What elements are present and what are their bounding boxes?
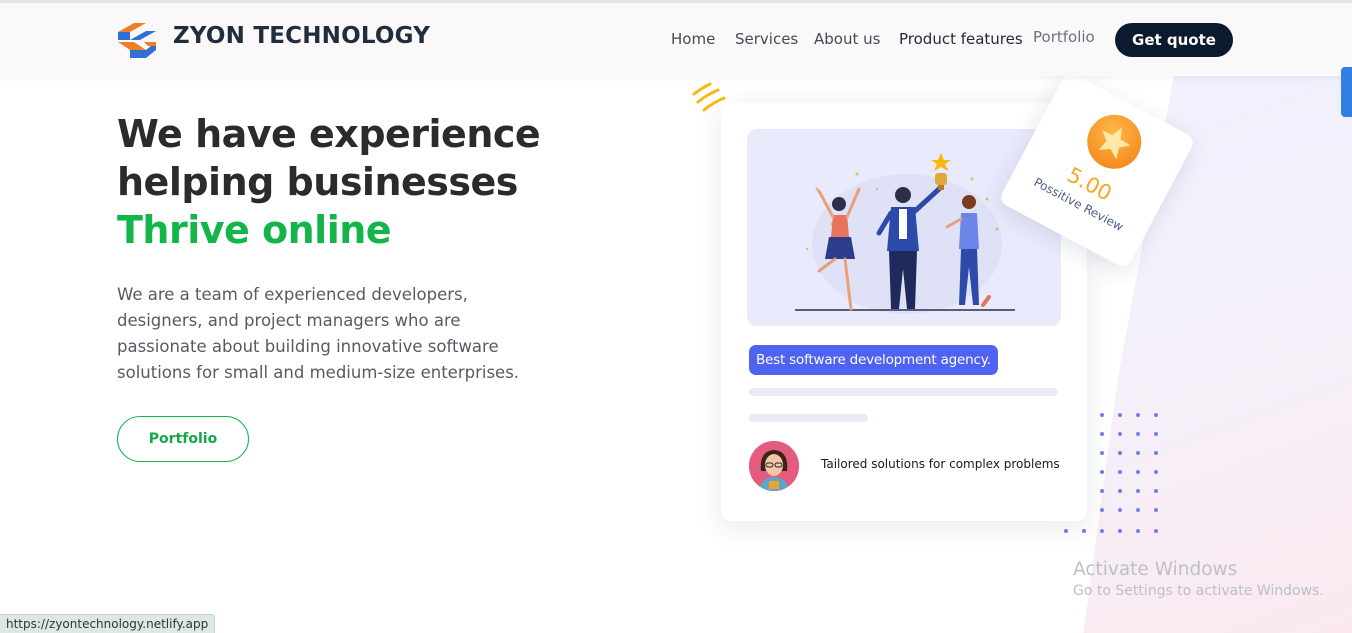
brand-name: ZYON TECHNOLOGY xyxy=(173,23,431,49)
hero-description: We are a team of experienced developers,… xyxy=(117,285,520,382)
logo-icon xyxy=(118,23,156,58)
card-tagline: Tailored solutions for complex problems xyxy=(821,457,1060,471)
navbar: ZYON TECHNOLOGY Home Services About us P… xyxy=(0,3,1352,76)
brand-logo[interactable]: ZYON TECHNOLOGY xyxy=(116,20,430,60)
link-status-bar: https://zyontechnology.netlify.app xyxy=(0,614,216,633)
nav-services[interactable]: Services xyxy=(735,30,798,48)
agency-badge: Best software development agency. xyxy=(749,345,998,375)
placeholder-line-short xyxy=(749,414,868,422)
hero-title: We have experience helping businesses Th… xyxy=(117,110,541,254)
hero-title-accent: Thrive online xyxy=(117,208,392,252)
activate-windows-subtitle: Go to Settings to activate Windows. xyxy=(1073,583,1324,599)
avatar xyxy=(749,441,799,491)
nav-home[interactable]: Home xyxy=(671,30,715,48)
star-icon xyxy=(1098,127,1131,160)
get-quote-button[interactable]: Get quote xyxy=(1115,23,1233,57)
woman-avatar-icon xyxy=(749,441,799,491)
scrollbar-thumb[interactable] xyxy=(1341,67,1352,117)
activate-windows-title: Activate Windows xyxy=(1073,559,1238,580)
hero-title-line-1: We have experience xyxy=(117,112,541,156)
hero-title-line-2: helping businesses xyxy=(117,160,518,204)
nav-product-features[interactable]: Product features xyxy=(899,30,1023,48)
team-illustration xyxy=(747,129,1061,326)
sparkle-icon xyxy=(692,82,726,112)
portfolio-button[interactable]: Portfolio xyxy=(117,416,249,462)
placeholder-line xyxy=(749,388,1058,396)
nav-portfolio[interactable]: Portfolio xyxy=(1033,28,1095,46)
activate-windows-watermark: Activate Windows Go to Settings to activ… xyxy=(1073,559,1324,599)
nav-about-us[interactable]: About us xyxy=(814,30,880,48)
star-badge xyxy=(1077,105,1151,179)
team-celebrating-icon xyxy=(795,153,1015,314)
